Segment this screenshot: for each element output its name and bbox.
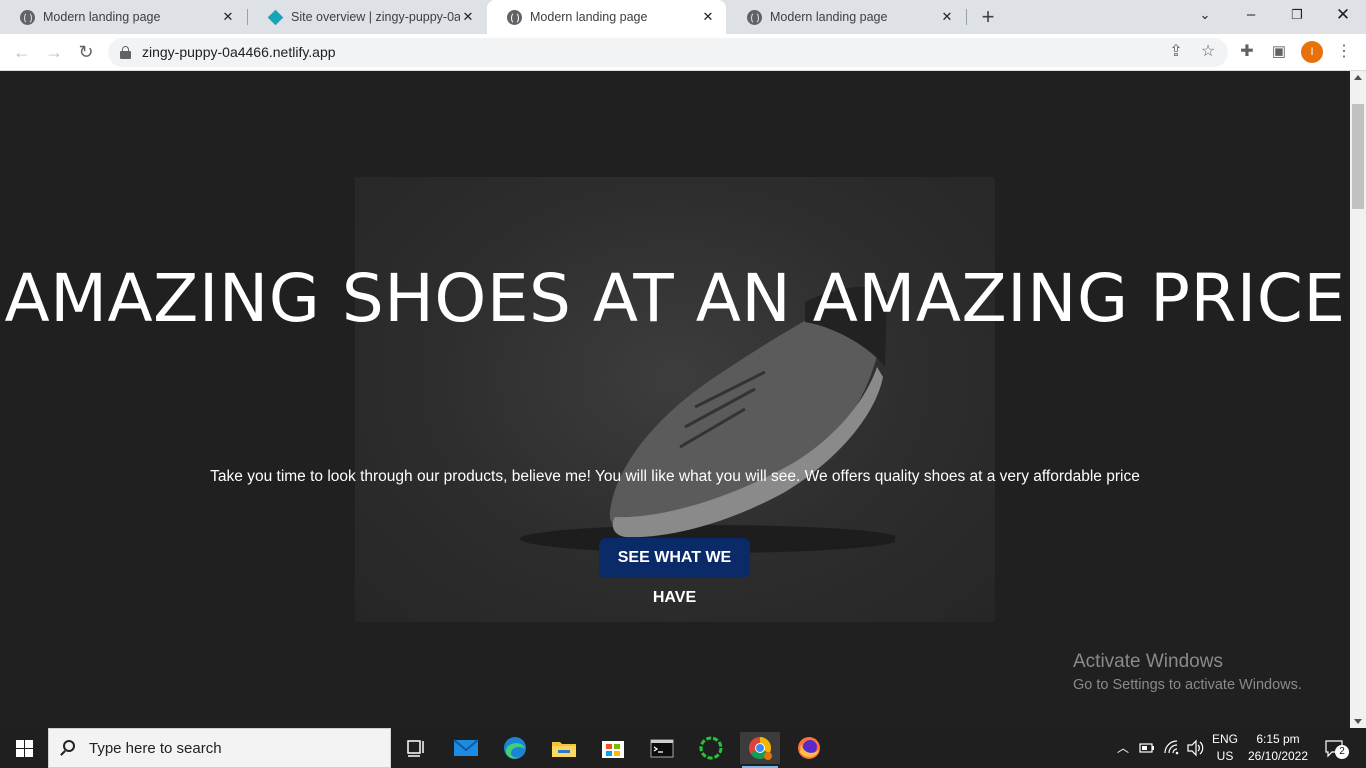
terminal-icon[interactable]: [642, 732, 682, 764]
scroll-thumb[interactable]: [1352, 104, 1364, 209]
region-code: US: [1216, 749, 1234, 763]
wifi-icon[interactable]: [1162, 728, 1182, 768]
activate-windows-subtitle: Go to Settings to activate Windows.: [1073, 677, 1302, 693]
search-icon: [63, 740, 75, 752]
new-tab-button[interactable]: +: [976, 4, 1000, 30]
clock[interactable]: 6:15 pm 26/10/2022: [1240, 731, 1316, 765]
tab-3-active[interactable]: Modern landing page ✕: [487, 0, 726, 34]
taskbar-search-box[interactable]: Type here to search: [48, 728, 391, 768]
volume-icon[interactable]: [1185, 728, 1205, 768]
hero-subtext: Take you time to look through our produc…: [210, 468, 1140, 485]
screen: Modern landing page ✕ Site overview | zi…: [0, 0, 1366, 768]
clock-date: 26/10/2022: [1247, 749, 1309, 763]
tab-search-icon[interactable]: ⌄: [1182, 0, 1228, 30]
close-window-button[interactable]: ✕: [1320, 0, 1366, 30]
url-text[interactable]: zingy-puppy-0a4466.netlify.app: [142, 44, 336, 60]
see-what-we-have-button[interactable]: SEE WHAT WE HAVE: [599, 538, 750, 606]
tab-1[interactable]: Modern landing page ✕: [0, 0, 246, 34]
edge-icon[interactable]: [495, 732, 535, 764]
tab-title: Modern landing page: [43, 10, 161, 24]
restore-button[interactable]: ❐: [1274, 0, 1320, 30]
globe-icon: [507, 9, 522, 25]
notification-badge: 2: [1335, 745, 1349, 759]
scroll-down-arrow[interactable]: [1354, 719, 1362, 724]
file-explorer-icon[interactable]: [544, 732, 584, 764]
tab-strip: Modern landing page ✕ Site overview | zi…: [0, 0, 1366, 34]
tab-separator: [966, 9, 967, 25]
circle-app-icon[interactable]: [691, 732, 731, 764]
globe-icon: [747, 9, 762, 25]
hero-headline: AMAZING SHOES AT AN AMAZING PRICE: [4, 260, 1346, 337]
language-code: ENG: [1211, 732, 1238, 746]
clock-time: 6:15 pm: [1256, 732, 1300, 746]
tab-title: Modern landing page: [530, 10, 648, 24]
lock-icon[interactable]: [120, 46, 131, 59]
address-bar[interactable]: zingy-puppy-0a4466.netlify.app ⇪ ☆: [108, 38, 1228, 67]
page-scrollbar[interactable]: [1350, 71, 1366, 728]
bookmark-star-icon[interactable]: ☆: [1196, 40, 1220, 64]
tab-4[interactable]: Modern landing page ✕: [727, 0, 965, 34]
close-icon[interactable]: ✕: [939, 9, 955, 25]
task-view-icon[interactable]: [396, 732, 436, 764]
tab-2[interactable]: Site overview | zingy-puppy-0a4466 ✕: [248, 0, 486, 34]
reload-button[interactable]: ↻: [72, 38, 100, 66]
chrome-icon[interactable]: [740, 732, 780, 768]
tab-title: Site overview | zingy-puppy-0a4466: [291, 10, 460, 24]
notification-center-icon[interactable]: 2: [1322, 728, 1352, 768]
back-button[interactable]: ←: [8, 38, 36, 66]
close-icon[interactable]: ✕: [460, 9, 476, 25]
scroll-up-arrow[interactable]: [1354, 75, 1362, 80]
side-panel-icon[interactable]: ▣: [1265, 38, 1293, 66]
forward-button[interactable]: →: [40, 38, 68, 66]
windows-start-button[interactable]: [0, 728, 48, 768]
windows-taskbar: Type here to search ︿ ENG US 6:15 pm 26/…: [0, 728, 1366, 768]
netlify-icon: [267, 9, 284, 25]
minimize-button[interactable]: –: [1228, 0, 1274, 30]
mail-icon[interactable]: [446, 732, 486, 764]
tab-title: Modern landing page: [770, 10, 888, 24]
globe-icon: [20, 9, 35, 25]
page-viewport: AMAZING SHOES AT AN AMAZING PRICE Take y…: [0, 71, 1350, 728]
menu-icon[interactable]: ⋮: [1330, 38, 1358, 66]
language-indicator[interactable]: ENG US: [1210, 731, 1240, 765]
chevron-up-icon[interactable]: ︿: [1114, 728, 1132, 768]
browser-toolbar: ← → ↻ zingy-puppy-0a4466.netlify.app ⇪ ☆…: [0, 34, 1366, 71]
profile-avatar[interactable]: I: [1301, 41, 1323, 63]
store-icon[interactable]: [593, 732, 633, 764]
activate-windows-title: Activate Windows: [1073, 651, 1223, 672]
share-icon[interactable]: ⇪: [1164, 40, 1188, 64]
battery-icon[interactable]: [1138, 728, 1156, 768]
extensions-icon[interactable]: ✚: [1233, 38, 1261, 66]
firefox-icon[interactable]: [789, 732, 829, 764]
close-icon[interactable]: ✕: [700, 9, 716, 25]
search-placeholder: Type here to search: [89, 740, 222, 757]
close-icon[interactable]: ✕: [220, 9, 236, 25]
